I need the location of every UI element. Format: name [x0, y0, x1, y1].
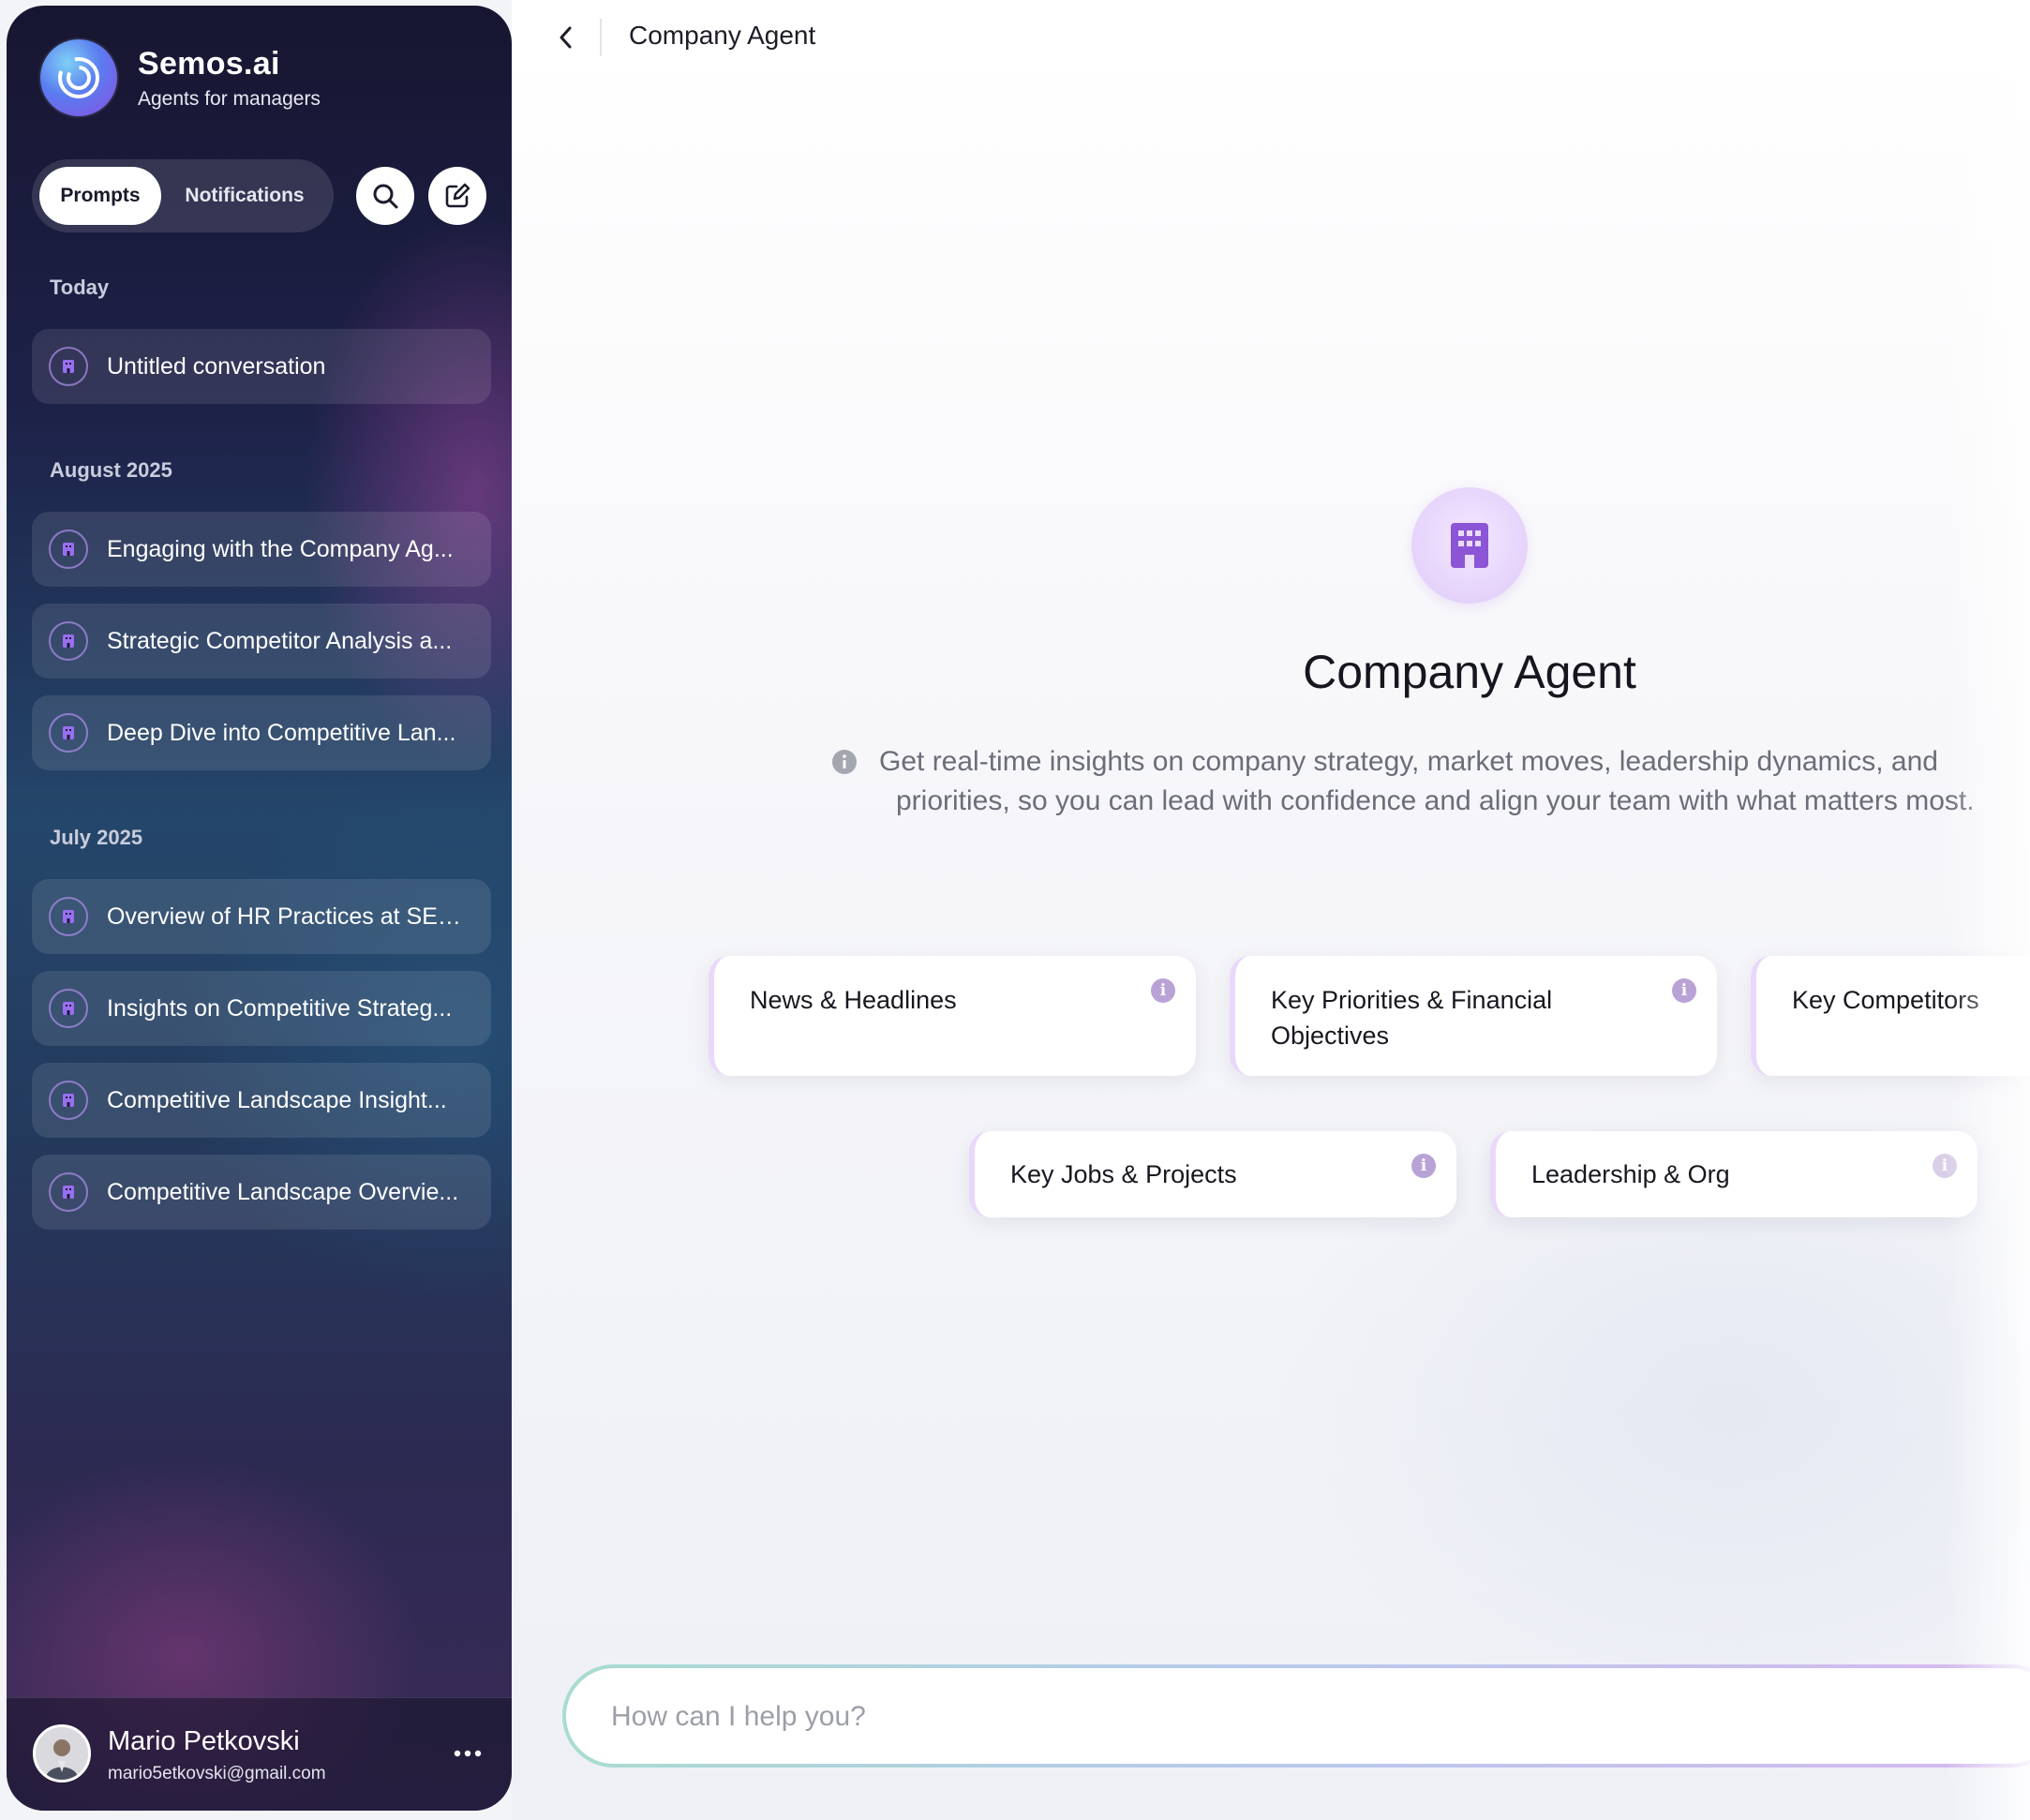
card-label: Leadership & Org	[1531, 1160, 1730, 1188]
brand-tagline: Agents for managers	[138, 87, 321, 110]
conversation-title: Competitive Landscape Overvie...	[107, 1178, 459, 1205]
user-menu-button[interactable]	[448, 1734, 487, 1773]
user-email: mario5etkovski@gmail.com	[108, 1764, 326, 1783]
card-label: Key Jobs & Projects	[1010, 1160, 1237, 1188]
prompt-card-news-headlines[interactable]: News & Headlines i	[709, 956, 1196, 1076]
conversation-icon	[49, 1081, 88, 1120]
tab-prompts[interactable]: Prompts	[39, 167, 161, 225]
info-icon[interactable]: i	[1151, 978, 1175, 1003]
user-name: Mario Petkovski	[108, 1726, 300, 1756]
new-conversation-button[interactable]	[428, 167, 486, 225]
sidebar: Semos.ai Agents for managers Prompts Not…	[7, 6, 512, 1811]
edit-icon	[445, 183, 470, 208]
section-label-july-2025: July 2025	[50, 826, 143, 849]
conversation-item[interactable]: Insights on Competitive Strateg...	[32, 971, 491, 1046]
page-title: Company Agent	[629, 21, 816, 50]
card-label: Key Priorities & Financial Objectives	[1271, 986, 1553, 1050]
conversation-item[interactable]: Strategic Competitor Analysis a...	[32, 604, 491, 679]
prompt-card-key-competitors[interactable]: Key Competitors	[1751, 956, 2030, 1076]
brand-name: Semos.ai	[138, 45, 280, 82]
card-label: News & Headlines	[750, 986, 957, 1014]
conversation-icon	[49, 989, 88, 1028]
user-profile: Mario Petkovski mario5etkovski@gmail.com	[7, 1697, 512, 1811]
conversation-item[interactable]: Competitive Landscape Overvie...	[32, 1155, 491, 1230]
section-label-august-2025: August 2025	[50, 458, 172, 482]
conversation-title: Strategic Competitor Analysis a...	[107, 627, 453, 654]
search-icon	[373, 184, 398, 209]
agent-description-line: priorities, so you can lead with confide…	[896, 785, 1975, 816]
conversation-item[interactable]: Untitled conversation	[32, 329, 491, 404]
conversation-icon	[49, 621, 88, 661]
prompt-card-key-jobs-projects[interactable]: Key Jobs & Projects i	[969, 1131, 1456, 1217]
conversation-item[interactable]: Deep Dive into Competitive Lan...	[32, 695, 491, 770]
main-panel: Company Agent Company Agent Get real-tim…	[512, 0, 2030, 1820]
info-icon[interactable]: i	[1672, 978, 1696, 1003]
chat-input[interactable]	[609, 1693, 1925, 1741]
agent-title: Company Agent	[1303, 646, 1636, 698]
search-button[interactable]	[356, 167, 414, 225]
conversation-title: Engaging with the Company Ag...	[107, 535, 454, 562]
conversation-item[interactable]: Overview of HR Practices at SEM...	[32, 879, 491, 954]
conversation-title: Insights on Competitive Strateg...	[107, 994, 453, 1022]
agent-description-line: Get real-time insights on company strate…	[879, 746, 1938, 777]
more-icon	[454, 1750, 482, 1757]
conversation-title: Competitive Landscape Insight...	[107, 1086, 447, 1113]
info-icon[interactable]: i	[1933, 1154, 1957, 1178]
prompt-card-leadership-org[interactable]: Leadership & Org i	[1490, 1131, 1978, 1217]
conversation-icon	[49, 713, 88, 753]
right-edge-fade	[1946, 77, 2030, 1820]
chat-input-container	[562, 1664, 2030, 1768]
conversation-icon	[49, 347, 88, 386]
agent-icon	[1411, 487, 1528, 604]
info-icon[interactable]: i	[1411, 1154, 1436, 1178]
header-divider	[600, 19, 602, 56]
back-icon	[560, 26, 572, 49]
info-icon	[832, 750, 857, 774]
building-icon	[1451, 523, 1488, 568]
semos-logo-icon	[40, 39, 117, 116]
conversation-icon	[49, 897, 88, 936]
tab-notifications[interactable]: Notifications	[165, 167, 324, 225]
card-label: Key Competitors	[1792, 986, 1979, 1014]
section-label-today: Today	[50, 276, 110, 299]
conversation-item[interactable]: Engaging with the Company Ag...	[32, 512, 491, 587]
conversation-icon	[49, 530, 88, 569]
prompts-notifications-toggle: Prompts Notifications	[32, 159, 334, 232]
conversation-icon	[49, 1172, 88, 1212]
header: Company Agent	[512, 0, 2030, 77]
conversation-title: Deep Dive into Competitive Lan...	[107, 719, 456, 746]
conversation-title: Overview of HR Practices at SEM...	[107, 903, 472, 930]
agent-description: Get real-time insights on company strate…	[879, 742, 2030, 821]
conversation-title: Untitled conversation	[107, 352, 326, 380]
prompt-card-key-priorities[interactable]: Key Priorities & Financial Objectives i	[1230, 956, 1717, 1076]
brand[interactable]: Semos.ai Agents for managers	[40, 39, 321, 116]
conversation-item[interactable]: Competitive Landscape Insight...	[32, 1063, 491, 1138]
back-button[interactable]	[547, 19, 585, 56]
avatar[interactable]	[33, 1724, 91, 1783]
